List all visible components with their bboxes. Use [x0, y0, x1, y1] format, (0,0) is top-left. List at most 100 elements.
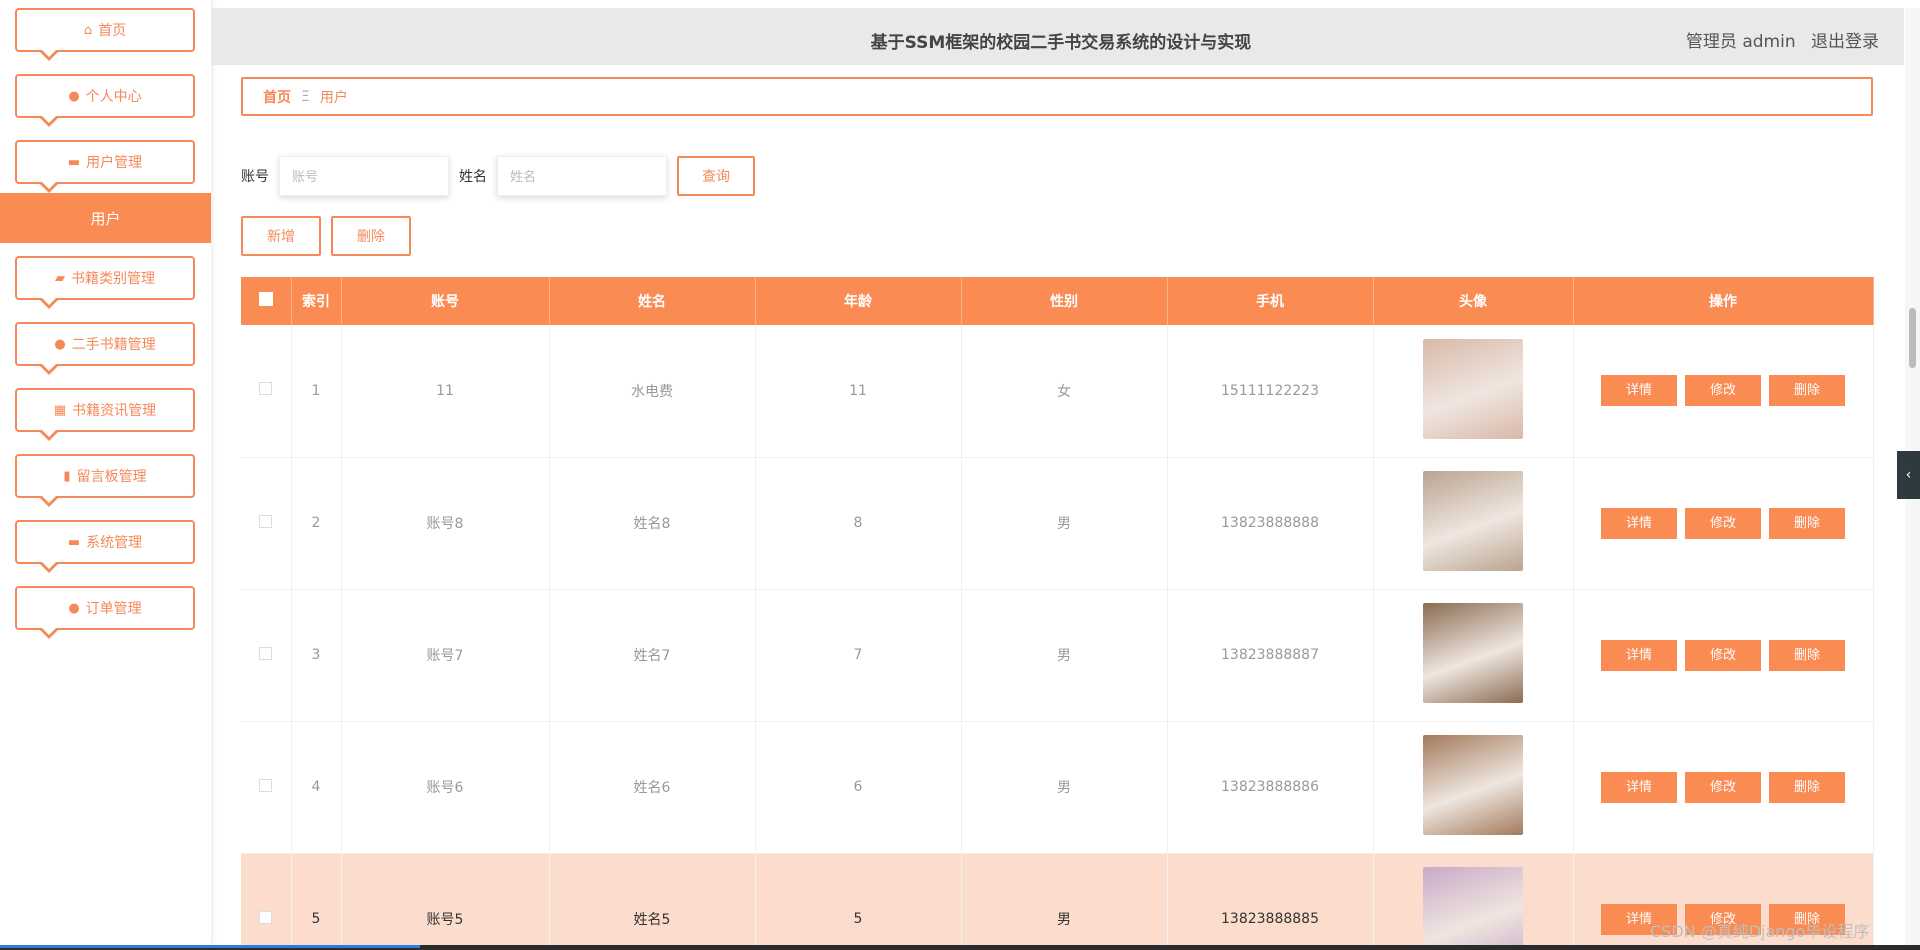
cell-ops: 详情 修改 删除	[1573, 721, 1874, 854]
user-table: 索引 账号 姓名 年龄 性别 手机 头像 操作 1 11 水电费 11 女 15…	[241, 277, 1874, 945]
cell-account: 账号6	[341, 721, 550, 854]
row-checkbox-cell	[241, 325, 292, 458]
sidebar-item-profile[interactable]: ● 个人中心	[15, 74, 195, 127]
sidebar-item-label: 书籍资讯管理	[72, 403, 157, 419]
column-header: 索引	[291, 277, 342, 325]
sidebar-item-book-news[interactable]: ▦ 书籍资讯管理	[15, 388, 195, 441]
sidebar-item-user-management[interactable]: ▬ 用户管理	[15, 140, 195, 193]
add-button[interactable]: 新增	[241, 216, 321, 256]
cell-avatar	[1373, 853, 1574, 945]
detail-button[interactable]: 详情	[1601, 507, 1677, 539]
cell-index: 2	[291, 457, 342, 590]
cell-gender: 女	[961, 325, 1168, 458]
edit-button[interactable]: 修改	[1685, 507, 1761, 539]
name-label: 姓名	[459, 169, 487, 185]
select-all-checkbox[interactable]	[258, 292, 273, 306]
edit-button[interactable]: 修改	[1685, 375, 1761, 407]
cell-index: 4	[291, 721, 342, 854]
video-progress-bar[interactable]	[0, 945, 420, 948]
sidebar-item-system[interactable]: ▬ 系统管理	[15, 520, 195, 573]
cell-index: 1	[291, 325, 342, 458]
cell-gender: 男	[961, 589, 1168, 722]
cell-account: 账号7	[341, 589, 550, 722]
sidebar-item-orders[interactable]: ● 订单管理	[15, 586, 195, 639]
column-header: 性别	[961, 277, 1168, 325]
row-checkbox-cell	[241, 853, 292, 945]
row-checkbox[interactable]	[259, 646, 273, 660]
row-checkbox[interactable]	[259, 514, 273, 528]
column-header: 头像	[1373, 277, 1574, 325]
batch-delete-button[interactable]: 删除	[331, 216, 411, 256]
edit-button[interactable]: 修改	[1685, 771, 1761, 803]
collapse-panel-handle[interactable]: ‹	[1897, 451, 1920, 499]
cell-name: 姓名8	[549, 457, 756, 590]
table-row: 1 11 水电费 11 女 15111122223 详情 修改 删除	[241, 325, 1874, 458]
row-checkbox[interactable]	[259, 778, 273, 792]
cell-index: 5	[291, 853, 342, 945]
detail-button[interactable]: 详情	[1601, 771, 1677, 803]
cell-phone: 13823888888	[1167, 457, 1374, 590]
query-button[interactable]: 查询	[677, 156, 755, 196]
cell-account: 账号5	[341, 853, 550, 945]
ticket-icon: ▰	[55, 270, 65, 286]
detail-button[interactable]: 详情	[1601, 375, 1677, 407]
cell-account: 11	[341, 325, 550, 458]
column-header: 账号	[341, 277, 550, 325]
sidebar-item-book-category[interactable]: ▰ 书籍类别管理	[15, 256, 195, 309]
cell-avatar	[1373, 589, 1574, 722]
cell-phone: 13823888887	[1167, 589, 1374, 722]
logout-link[interactable]: 退出登录	[1811, 32, 1879, 52]
column-header: 年龄	[755, 277, 962, 325]
edit-button[interactable]: 修改	[1685, 639, 1761, 671]
table-row: 2 账号8 姓名8 8 男 13823888888 详情 修改 删除	[241, 457, 1874, 590]
avatar	[1423, 471, 1523, 571]
sidebar-item-label: 用户管理	[86, 155, 143, 171]
detail-button[interactable]: 详情	[1601, 639, 1677, 671]
delete-button[interactable]: 删除	[1769, 771, 1845, 803]
user-icon: ●	[68, 88, 80, 104]
cell-phone: 15111122223	[1167, 325, 1374, 458]
table-row: 4 账号6 姓名6 6 男 13823888886 详情 修改 删除	[241, 721, 1874, 854]
account-search-input[interactable]	[279, 156, 449, 196]
breadcrumb: 首页 Ξ 用户	[241, 77, 1873, 116]
delete-button[interactable]: 删除	[1769, 375, 1845, 407]
chevron-left-icon: ‹	[1905, 467, 1912, 483]
cell-ops: 详情 修改 删除	[1573, 589, 1874, 722]
sidebar-item-used-books[interactable]: ● 二手书籍管理	[15, 322, 195, 375]
row-checkbox-cell	[241, 589, 292, 722]
cell-account: 账号8	[341, 457, 550, 590]
sidebar-subitem-label: 用户	[90, 209, 121, 228]
column-header: 姓名	[549, 277, 756, 325]
thumb-icon: ▮	[63, 468, 71, 484]
cell-avatar	[1373, 457, 1574, 590]
cell-phone: 13823888886	[1167, 721, 1374, 854]
delete-button[interactable]: 删除	[1769, 639, 1845, 671]
breadcrumb-current: 用户	[319, 89, 348, 106]
user-icon: ●	[68, 600, 80, 616]
breadcrumb-home[interactable]: 首页	[263, 87, 291, 107]
row-checkbox[interactable]	[259, 382, 273, 396]
user-icon: ●	[54, 336, 66, 352]
briefcase-icon: ▬	[67, 534, 81, 550]
scrollbar-thumb[interactable]	[1909, 308, 1916, 368]
avatar	[1423, 603, 1523, 703]
cell-age: 11	[755, 325, 962, 458]
header-bar: 基于SSM框架的校园二手书交易系统的设计与实现 管理员 admin 退出登录	[211, 8, 1904, 65]
cell-age: 8	[755, 457, 962, 590]
sidebar: ⌂ 首页 ● 个人中心 ▬ 用户管理 用户 ▰ 书籍类别管理 ● 二手书籍管理 …	[0, 0, 211, 945]
sidebar-item-home[interactable]: ⌂ 首页	[15, 8, 195, 61]
cell-avatar	[1373, 721, 1574, 854]
delete-button[interactable]: 删除	[1769, 507, 1845, 539]
sidebar-item-message-board[interactable]: ▮ 留言板管理	[15, 454, 195, 507]
cell-name: 姓名6	[549, 721, 756, 854]
sidebar-subitem-user[interactable]: 用户	[0, 193, 211, 243]
action-bar: 新增 删除	[241, 216, 421, 256]
name-search-input[interactable]	[497, 156, 667, 196]
cell-name: 姓名5	[549, 853, 756, 945]
cell-phone: 13823888885	[1167, 853, 1374, 945]
sidebar-item-label: 首页	[98, 23, 127, 39]
row-checkbox[interactable]	[259, 910, 273, 924]
cell-age: 6	[755, 721, 962, 854]
cell-gender: 男	[961, 721, 1168, 854]
avatar	[1423, 338, 1523, 439]
